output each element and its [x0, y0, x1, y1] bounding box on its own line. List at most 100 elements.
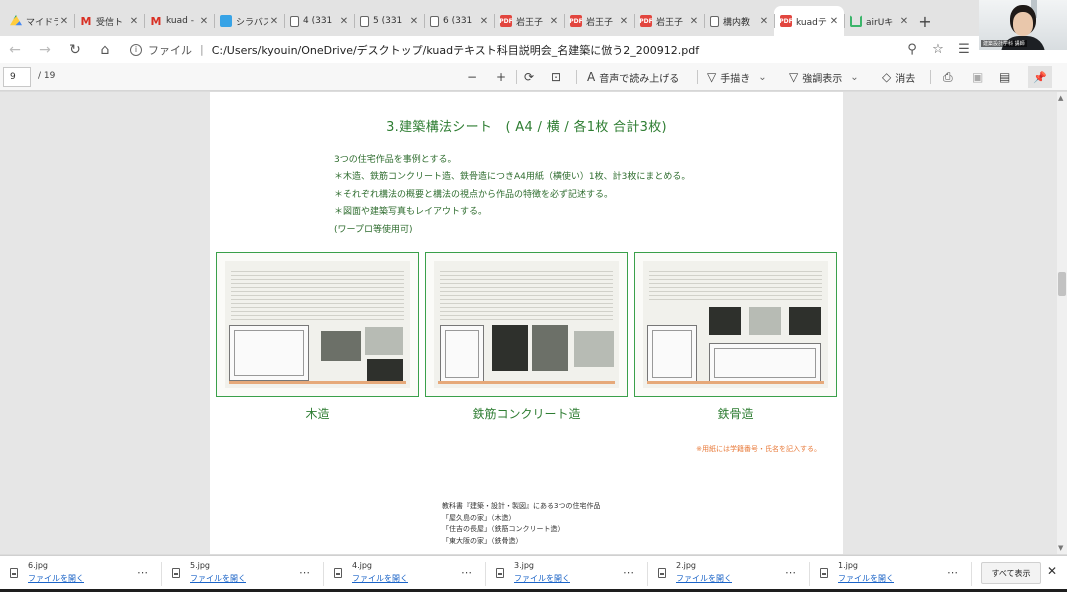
close-icon[interactable]: ✕ [618, 16, 630, 27]
floor-plan [229, 325, 309, 381]
close-icon[interactable]: ✕ [688, 16, 700, 27]
tab-airu[interactable]: airUキ ✕ [844, 6, 914, 36]
scroll-up-icon[interactable]: ▲ [1058, 94, 1063, 102]
close-icon[interactable]: ✕ [58, 16, 70, 27]
tab-drive[interactable]: マイドラ ✕ [4, 6, 74, 36]
show-all-downloads-button[interactable]: すべて表示 [981, 562, 1041, 584]
sample-sheets [216, 252, 838, 398]
save-as-icon: ▤ [999, 70, 1011, 84]
zoom-out-button[interactable]: − [467, 67, 481, 87]
forward-button[interactable]: → [30, 36, 60, 63]
eraser-icon: ◇ [882, 70, 892, 84]
close-icon[interactable]: ✕ [758, 16, 770, 27]
tab-gmail-kuad[interactable]: Mkuad - ✕ [144, 6, 214, 36]
photo [749, 307, 781, 335]
download-item[interactable]: 6.jpg ファイルを開く ⋯ [0, 556, 162, 592]
info-icon[interactable]: i [130, 43, 142, 56]
close-icon[interactable]: ✕ [198, 16, 210, 27]
close-icon[interactable]: ✕ [408, 16, 420, 27]
draw-button[interactable]: ▽ 手描き ⌄ [707, 67, 767, 87]
star-icon[interactable]: ☆ [925, 36, 951, 63]
tab-kuad-pdf[interactable]: PDF kuadテ ✕ [774, 6, 844, 36]
pdf-viewer[interactable]: 3.建築構法シート ( A4 / 横 / 各1枚 合計3枚) 3つの住宅作品を事… [0, 92, 1057, 554]
rotate-button[interactable]: ⟳ [524, 67, 538, 87]
open-file-link[interactable]: ファイルを開く [676, 573, 732, 584]
pen-icon: ▽ [707, 70, 717, 84]
more-icon[interactable]: ⋯ [461, 566, 473, 579]
more-icon[interactable]: ⋯ [299, 566, 311, 579]
print-icon: ⎙ [943, 69, 953, 84]
vertical-scrollbar[interactable]: ▲ ▼ [1057, 92, 1067, 554]
open-file-link[interactable]: ファイルを開く [352, 573, 408, 584]
download-item[interactable]: 3.jpg ファイルを開く ⋯ [486, 556, 648, 592]
pdf-icon: PDF [639, 15, 653, 27]
zoom-icon[interactable]: ⚲ [899, 36, 925, 63]
file-icon [658, 568, 666, 578]
more-icon[interactable]: ⋯ [137, 566, 149, 579]
close-icon[interactable]: ✕ [828, 16, 840, 27]
more-icon[interactable]: ⋯ [623, 566, 635, 579]
save-as-button[interactable]: ▤ [999, 67, 1014, 87]
tab-pdf-2[interactable]: PDF 岩王子 ✕ [564, 6, 634, 36]
open-file-link[interactable]: ファイルを開く [190, 573, 246, 584]
erase-button[interactable]: ◇ 消去 [882, 67, 915, 87]
url-text[interactable]: C:/Users/kyouin/OneDrive/デスクトップ/kuadテキスト… [212, 42, 699, 58]
save-button[interactable]: ▣ [972, 67, 987, 87]
reading-list-icon[interactable]: ☰ [951, 36, 977, 63]
download-item[interactable]: 5.jpg ファイルを開く ⋯ [162, 556, 324, 592]
tab-doc-5[interactable]: 5 (331 ✕ [354, 6, 424, 36]
zoom-in-button[interactable]: + [496, 67, 510, 87]
print-button[interactable]: ⎙ [943, 67, 957, 87]
read-aloud-button[interactable]: A 音声で読み上げる [587, 67, 679, 87]
close-icon[interactable]: ✕ [478, 16, 490, 27]
tab-strip: マイドラ ✕ M 受信ト ✕ Mkuad - ✕ シラバス ✕ 4 (331 ✕ 5 (33… [0, 0, 1067, 36]
pdf-icon: PDF [499, 15, 513, 27]
more-icon[interactable]: ⋯ [947, 566, 959, 579]
chevron-down-icon[interactable]: ⌄ [758, 72, 766, 83]
back-button[interactable]: ← [0, 36, 30, 63]
scrollbar-thumb[interactable] [1058, 272, 1066, 296]
tab-pdf-1[interactable]: PDF 岩王子 ✕ [494, 6, 564, 36]
home-button[interactable]: ⌂ [90, 36, 120, 63]
chevron-down-icon[interactable]: ⌄ [850, 72, 858, 83]
pdf-icon: PDF [779, 15, 793, 27]
new-tab-button[interactable]: + [914, 6, 936, 36]
address-bar[interactable]: i ファイル | C:/Users/kyouin/OneDrive/デスクトップ… [130, 38, 960, 61]
pin-toolbar-button[interactable]: 📌 [1028, 66, 1052, 88]
close-icon[interactable]: ✕ [548, 16, 560, 27]
tab-pdf-3[interactable]: PDF 岩王子 ✕ [634, 6, 704, 36]
scroll-down-icon[interactable]: ▼ [1058, 544, 1063, 552]
doc-icon [290, 15, 299, 27]
close-icon[interactable]: ✕ [338, 16, 350, 27]
open-file-link[interactable]: ファイルを開く [838, 573, 894, 584]
tab-gmail-inbox[interactable]: M 受信ト ✕ [74, 6, 144, 36]
tab-doc-campus[interactable]: 構内教 ✕ [704, 6, 774, 36]
download-item[interactable]: 4.jpg ファイルを開く ⋯ [324, 556, 486, 592]
close-icon[interactable]: ✕ [1047, 564, 1057, 578]
tab-doc-6[interactable]: 6 (331 ✕ [424, 6, 494, 36]
open-file-link[interactable]: ファイルを開く [28, 573, 84, 584]
footnotes: 教科書『建築・設計・製図』にある3つの住宅作品 「屋久島の家」（木造） 「住吉の… [442, 502, 601, 545]
download-item[interactable]: 2.jpg ファイルを開く ⋯ [648, 556, 810, 592]
open-file-link[interactable]: ファイルを開く [514, 573, 570, 584]
close-icon[interactable]: ✕ [268, 16, 280, 27]
highlight-button[interactable]: ▽ 強調表示 ⌄ [789, 67, 859, 87]
section-drawing [709, 343, 821, 383]
fit-page-button[interactable]: ⊡ [551, 67, 565, 87]
drive-icon [10, 15, 22, 26]
highlighter-icon: ▽ [789, 70, 799, 84]
download-item[interactable]: 1.jpg ファイルを開く ⋯ [810, 556, 972, 592]
file-icon [496, 568, 504, 578]
caption-wood: 木造 [305, 407, 330, 421]
more-icon[interactable]: ⋯ [785, 566, 797, 579]
page-number-input[interactable]: 9 [3, 67, 31, 87]
tab-doc-4[interactable]: 4 (331 ✕ [284, 6, 354, 36]
tab-syllabus[interactable]: シラバス ✕ [214, 6, 284, 36]
browser-actions: ⚲ ☆ ☰ [899, 36, 977, 63]
reload-button[interactable]: ↻ [60, 36, 90, 63]
close-icon[interactable]: ✕ [128, 16, 140, 27]
close-icon[interactable]: ✕ [898, 16, 910, 27]
pin-icon: 📌 [1033, 70, 1047, 84]
page-total: / 19 [38, 71, 56, 81]
download-bar: 6.jpg ファイルを開く ⋯ 5.jpg ファイルを開く ⋯ 4.jpg ファイルを開く… [0, 555, 1067, 592]
